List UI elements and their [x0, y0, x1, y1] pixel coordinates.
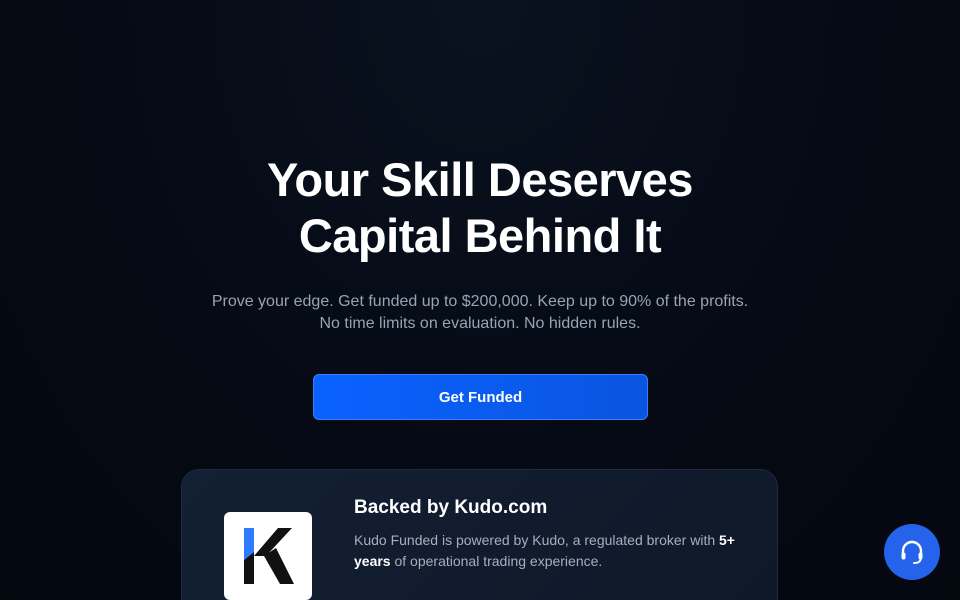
hero-title: Your Skill Deserves Capital Behind It: [0, 152, 960, 264]
get-funded-button[interactable]: Get Funded: [313, 374, 648, 420]
kudo-logo: [224, 512, 312, 600]
headset-icon: [901, 540, 923, 564]
backed-by-card: Backed by Kudo.com Kudo Funded is powere…: [181, 469, 778, 600]
kudo-k-logo-icon: [244, 528, 294, 584]
hero-subtitle: Prove your edge. Get funded up to $200,0…: [211, 293, 749, 332]
backed-card-text-end: of operational trading experience.: [390, 553, 603, 569]
support-chat-button[interactable]: [884, 524, 940, 580]
backed-card-text-start: Kudo Funded is powered by Kudo, a regula…: [354, 532, 720, 548]
hero-title-line-1: Your Skill Deserves: [267, 153, 693, 206]
landing-page: Your Skill Deserves Capital Behind It Pr…: [0, 0, 960, 600]
backed-card-title: Backed by Kudo.com: [354, 497, 548, 518]
backed-card-text: Kudo Funded is powered by Kudo, a regula…: [354, 530, 754, 572]
hero-title-line-2: Capital Behind It: [298, 209, 662, 262]
